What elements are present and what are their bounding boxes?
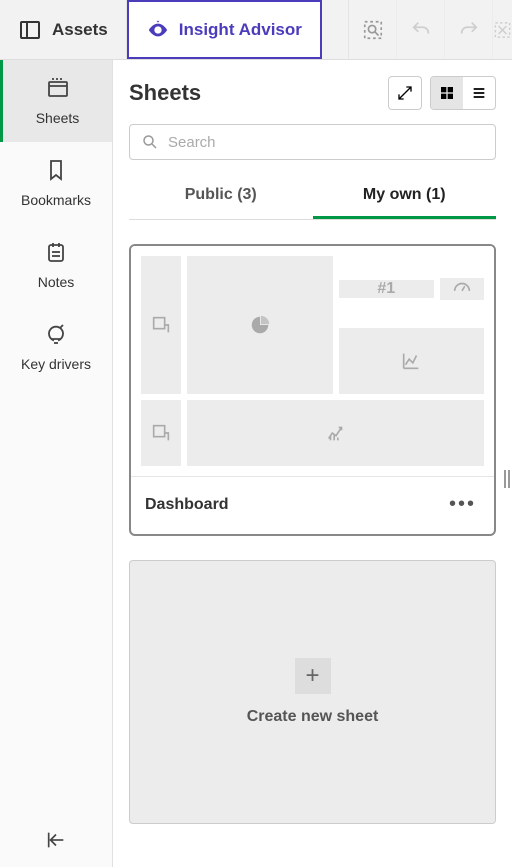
search-input[interactable] [129, 124, 496, 160]
gauge-icon-cell [440, 278, 484, 300]
create-sheet-label: Create new sheet [247, 708, 379, 726]
more-options-button[interactable]: ••• [445, 491, 480, 518]
sheets-icon [46, 76, 70, 100]
list-view-button[interactable] [463, 77, 495, 109]
grid-view-button[interactable] [431, 77, 463, 109]
pie-icon [249, 314, 271, 336]
notes-icon [44, 240, 68, 264]
thumb-cell [187, 256, 333, 394]
expand-button[interactable] [388, 76, 422, 110]
sidebar-item-notes[interactable]: Notes [0, 224, 112, 306]
tab-public[interactable]: Public (3) [129, 174, 313, 219]
sidebar-item-label: Key drivers [21, 356, 91, 372]
page-title: Sheets [129, 80, 388, 106]
export-icon [150, 422, 172, 444]
collapse-icon [45, 829, 67, 851]
insight-advisor-button[interactable]: Insight Advisor [127, 0, 322, 59]
resize-handle[interactable] [504, 470, 512, 488]
thumb-cell: #1 [339, 256, 485, 322]
sidebar-item-label: Bookmarks [21, 192, 91, 208]
sheet-thumbnail: #1 [131, 246, 494, 476]
tabs: Public (3) My own (1) [129, 174, 496, 220]
selection-search-icon[interactable] [348, 0, 396, 59]
top-toolbar: Assets Insight Advisor [0, 0, 512, 60]
assets-button[interactable]: Assets [0, 0, 127, 59]
expand-icon [397, 85, 413, 101]
sidebar-item-label: Notes [38, 274, 75, 290]
sidebar-item-bookmarks[interactable]: Bookmarks [0, 142, 112, 224]
sidebar-item-sheets[interactable]: Sheets [0, 60, 112, 142]
thumb-cell [141, 256, 181, 394]
clear-icon[interactable] [492, 0, 512, 59]
sidebar-item-label: Sheets [36, 110, 80, 126]
bookmark-icon [44, 158, 68, 182]
tab-my-own[interactable]: My own (1) [313, 174, 497, 219]
kpi-rank-icon: #1 [339, 280, 435, 298]
left-sidebar: Sheets Bookmarks Notes Key drivers [0, 60, 113, 867]
toolbar-icons [348, 0, 512, 59]
sheet-title: Dashboard [145, 496, 445, 514]
gauge-icon [451, 278, 473, 300]
thumb-cell [339, 328, 485, 394]
search-icon [141, 133, 159, 151]
trend-chart-icon [325, 422, 347, 444]
eye-icon [147, 19, 169, 41]
content-panel: Sheets Public (3) My [113, 60, 512, 867]
panel-icon [18, 18, 42, 42]
thumb-cell [141, 400, 181, 466]
sidebar-item-key-drivers[interactable]: Key drivers [0, 306, 112, 388]
collapse-sidebar-button[interactable] [0, 813, 112, 867]
insight-label: Insight Advisor [179, 20, 302, 40]
thumb-cell [187, 400, 484, 466]
undo-icon[interactable] [396, 0, 444, 59]
redo-icon[interactable] [444, 0, 492, 59]
plus-icon: + [295, 658, 331, 694]
export-icon [150, 314, 172, 336]
grid-icon [439, 85, 455, 101]
assets-label: Assets [52, 20, 108, 40]
list-icon [471, 85, 487, 101]
line-chart-icon [400, 350, 422, 372]
key-drivers-icon [44, 322, 68, 346]
create-sheet-card[interactable]: + Create new sheet [129, 560, 496, 824]
sheet-card[interactable]: #1 [129, 244, 496, 536]
